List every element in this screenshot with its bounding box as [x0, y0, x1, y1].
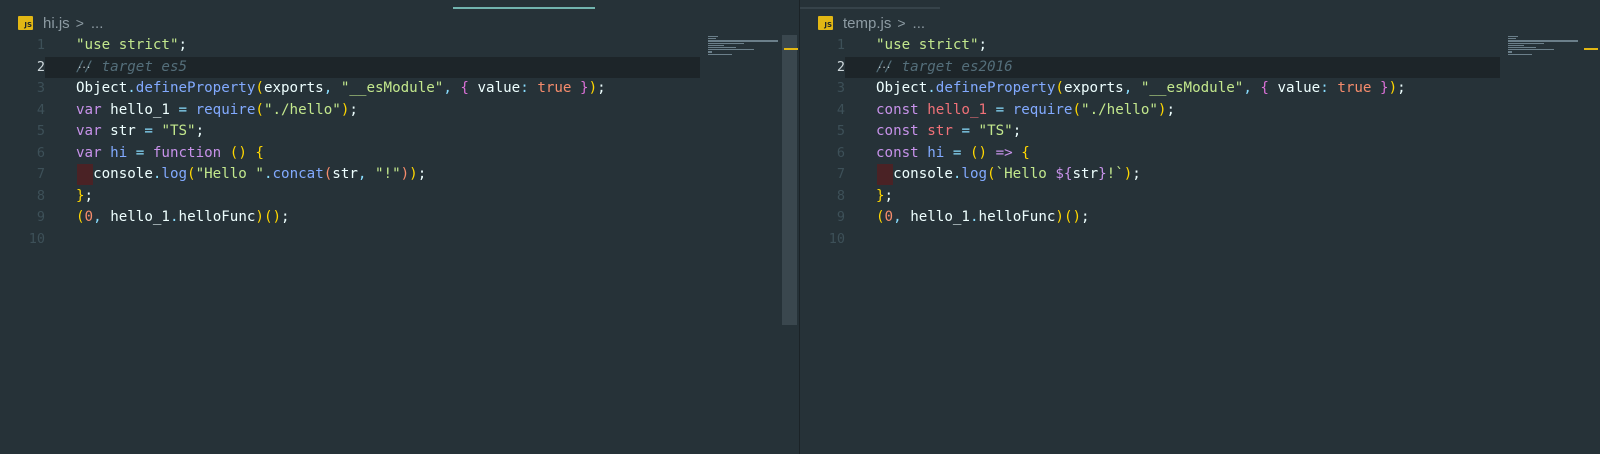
- code-line[interactable]: 6 const hi = () => {: [800, 143, 1600, 165]
- minimap-line: [708, 47, 736, 49]
- code-text: Object.defineProperty(exports, "__esModu…: [876, 80, 1406, 96]
- minimap-line: [708, 51, 712, 53]
- minimap-line: [1508, 44, 1524, 47]
- code-text: var hello_1 = require("./hello");: [76, 101, 358, 118]
- editor-pane-right[interactable]: JS temp.js > ... 1 "use strict"; 2 // targe…: [800, 0, 1600, 454]
- code-text: Object.defineProperty(exports, "__esModu…: [76, 80, 606, 96]
- code-line[interactable]: 10: [0, 229, 799, 251]
- breadcrumb-file[interactable]: temp.js: [843, 15, 891, 32]
- code-text: const hello_1 = require("./hello");: [876, 101, 1175, 118]
- line-number: 7: [36, 166, 45, 182]
- code-line[interactable]: 7 console.log(`Hello ${str}!`);: [800, 164, 1600, 186]
- code-text: // target es5: [76, 58, 188, 75]
- fold-hint-dots: ...: [877, 61, 891, 71]
- breadcrumb: JS temp.js > ...: [818, 13, 925, 33]
- editor-pane-left[interactable]: JS hi.js > ... 1 "use strict"; 2 // target …: [0, 0, 799, 454]
- minimap-line: [1508, 53, 1532, 55]
- breadcrumb-symbols[interactable]: ...: [913, 15, 926, 32]
- minimap-line: [708, 40, 778, 42]
- line-number: 1: [836, 37, 845, 53]
- line-number: 10: [28, 230, 45, 247]
- minimap-line: [708, 38, 716, 40]
- line-number: 2: [36, 58, 45, 75]
- breadcrumb-symbols[interactable]: ...: [91, 15, 104, 32]
- code-line[interactable]: 10: [800, 229, 1600, 251]
- minimap-line: [1508, 36, 1518, 38]
- code-line[interactable]: 7 console.log("Hello ".concat(str, "!"))…: [0, 164, 799, 186]
- javascript-file-icon: JS: [18, 16, 33, 30]
- code-text: var hi = function () {: [76, 144, 264, 161]
- line-number: 6: [836, 144, 845, 161]
- javascript-file-icon: JS: [818, 16, 833, 30]
- code-line[interactable]: 9 (0, hello_1.helloFunc)();: [0, 207, 799, 229]
- code-line[interactable]: 3 Object.defineProperty(exports, "__esMod…: [0, 78, 799, 100]
- code-line[interactable]: 5 var str = "TS";: [0, 121, 799, 143]
- minimap-line: [1508, 47, 1536, 49]
- overview-ruler-mark: [784, 48, 798, 50]
- scrollbar[interactable]: [782, 35, 797, 325]
- line-number: 3: [836, 80, 845, 96]
- line-number: 7: [836, 166, 845, 182]
- line-number: 6: [36, 144, 45, 161]
- code-line[interactable]: 1 "use strict";: [800, 35, 1600, 57]
- tab-indicator: [800, 7, 940, 9]
- code-line[interactable]: 8};: [800, 186, 1600, 208]
- code-line[interactable]: 1 "use strict";: [0, 35, 799, 57]
- code-text: const str = "TS";: [876, 123, 1022, 139]
- code-line[interactable]: 2 // target es5: [0, 56, 799, 78]
- overview-ruler-mark: [1584, 48, 1598, 50]
- breadcrumb-file[interactable]: hi.js: [43, 15, 70, 32]
- minimap-line: [1508, 38, 1516, 40]
- code-text: };: [76, 187, 94, 204]
- code-line[interactable]: 9 (0, hello_1.helloFunc)();: [800, 207, 1600, 229]
- line-number: 2: [836, 58, 845, 75]
- minimap[interactable]: [1508, 36, 1580, 58]
- minimap[interactable]: [708, 36, 780, 58]
- minimap-line: [1508, 51, 1512, 53]
- code-text: console.log(`Hello ${str}!`);: [876, 166, 1141, 182]
- code-line[interactable]: 3 Object.defineProperty(exports, "__esMod…: [800, 78, 1600, 100]
- line-number: 5: [836, 123, 845, 139]
- minimap-line: [1508, 49, 1554, 51]
- code-line[interactable]: 2 // target es2016: [800, 56, 1600, 78]
- code-text: "use strict";: [876, 37, 988, 53]
- chevron-right-icon: >: [75, 15, 84, 31]
- minimap-line: [708, 42, 744, 44]
- breadcrumb: JS hi.js > ...: [18, 13, 103, 33]
- line-number: 4: [836, 101, 845, 118]
- code-line[interactable]: 5 const str = "TS";: [800, 121, 1600, 143]
- line-number: 4: [36, 101, 45, 118]
- code-line[interactable]: 4 const hello_1 = require("./hello");: [800, 100, 1600, 122]
- line-number: 5: [36, 123, 45, 139]
- line-number: 8: [836, 187, 845, 204]
- chevron-right-icon: >: [897, 15, 906, 31]
- minimap-line: [708, 44, 724, 47]
- line-number: 9: [836, 209, 845, 225]
- code-text: // target es2016: [876, 58, 1013, 75]
- code-text: const hi = () => {: [876, 144, 1030, 161]
- line-number: 8: [36, 187, 45, 204]
- fold-hint-dots: ...: [77, 61, 91, 71]
- line-number: 9: [36, 209, 45, 225]
- code-line[interactable]: 6 var hi = function () {: [0, 143, 799, 165]
- minimap-line: [708, 49, 754, 51]
- code-text: console.log("Hello ".concat(str, "!"));: [76, 166, 427, 182]
- minimap-line: [708, 36, 718, 38]
- code-line[interactable]: 4 var hello_1 = require("./hello");: [0, 100, 799, 122]
- line-number: 1: [36, 37, 45, 53]
- code-text: };: [876, 187, 894, 204]
- minimap-line: [708, 53, 732, 55]
- code-text: (0, hello_1.helloFunc)();: [876, 209, 1090, 225]
- line-number: 10: [828, 230, 845, 247]
- loading-progress-bar: [453, 7, 595, 9]
- minimap-line: [1508, 40, 1578, 42]
- code-text: (0, hello_1.helloFunc)();: [76, 209, 290, 225]
- code-text: "use strict";: [76, 37, 188, 53]
- line-number: 3: [36, 80, 45, 96]
- code-text: var str = "TS";: [76, 123, 205, 139]
- code-line[interactable]: 8};: [0, 186, 799, 208]
- minimap-line: [1508, 42, 1544, 44]
